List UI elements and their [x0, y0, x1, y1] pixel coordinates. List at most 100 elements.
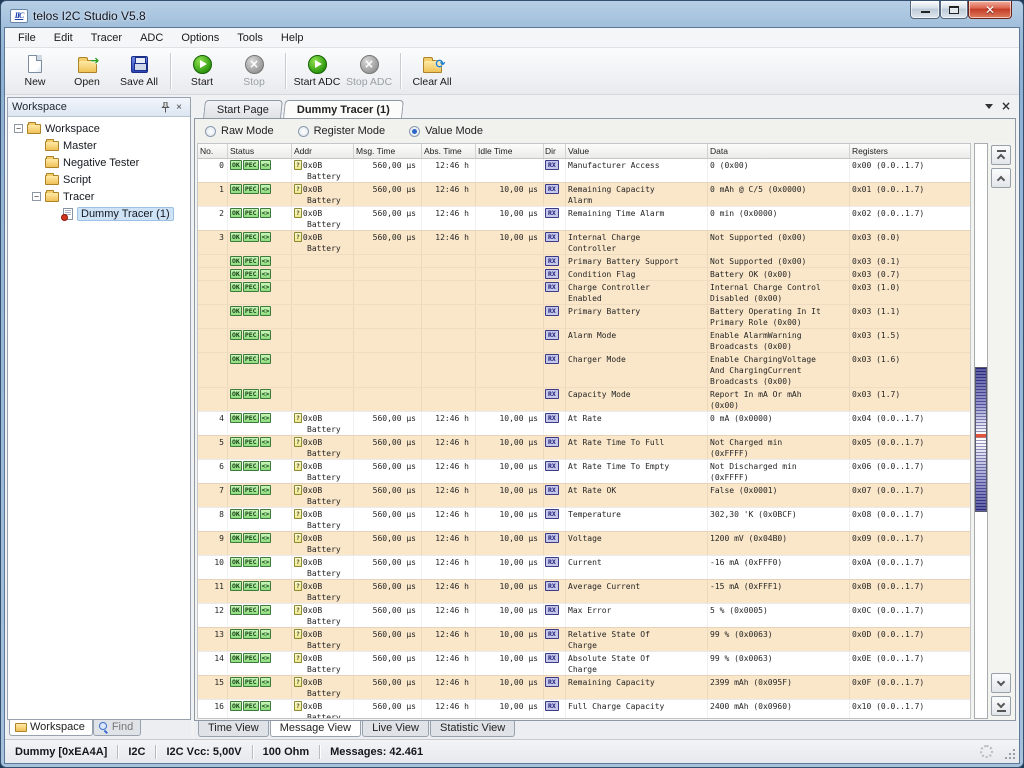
menu-item-adc[interactable]: ADC — [131, 30, 172, 46]
rx-badge: RX — [545, 232, 559, 242]
table-row[interactable]: 5OKPEC<>?0x0BBattery560,00 µs12:46 h10,0… — [198, 435, 970, 459]
row-value: Remaining Capacity Alarm — [566, 183, 708, 206]
table-row[interactable]: 13OKPEC<>?0x0BBattery560,00 µs12:46 h10,… — [198, 627, 970, 651]
rx-badge: RX — [545, 605, 559, 615]
row-data: Not Charged min (0xFFFF) — [708, 436, 850, 459]
row-status: OKPEC<> — [228, 628, 292, 651]
collapse-icon[interactable]: − — [14, 124, 23, 133]
collapse-icon[interactable]: − — [32, 192, 41, 201]
tab-close-icon[interactable]: × — [1001, 101, 1011, 111]
close-button[interactable]: ✕ — [968, 1, 1012, 19]
row-registers: 0x06 (0.0..1.7) — [850, 460, 970, 483]
tab-start-page[interactable]: Start Page — [203, 100, 283, 118]
table-subrow[interactable]: OKPEC<>RXPrimary BatteryBattery Operatin… — [198, 304, 970, 328]
row-msg-time: 560,00 µs — [354, 183, 422, 206]
table-row[interactable]: 9OKPEC<>?0x0BBattery560,00 µs12:46 h10,0… — [198, 531, 970, 555]
scroll-to-bottom-button[interactable] — [991, 696, 1011, 716]
view-tab-time-view[interactable]: Time View — [198, 721, 269, 737]
start-adc-button[interactable]: Start ADC — [291, 50, 343, 92]
scroll-down-button[interactable] — [991, 673, 1011, 693]
mode-radio-value-mode[interactable]: Value Mode — [409, 125, 483, 137]
view-tab-live-view[interactable]: Live View — [362, 721, 429, 737]
maximize-button[interactable] — [940, 1, 968, 19]
scroll-to-top-button[interactable] — [991, 145, 1011, 165]
tab-dummy-tracer-1[interactable]: Dummy Tracer (1) — [283, 100, 404, 118]
column-header-abs-time[interactable]: Abs. Time — [422, 144, 476, 158]
column-header-msg-time[interactable]: Msg. Time — [354, 144, 422, 158]
pin-icon[interactable] — [158, 100, 172, 114]
menu-item-tracer[interactable]: Tracer — [82, 30, 131, 46]
table-row[interactable]: 2OKPEC<>?0x0BBattery560,00 µs12:46 h10,0… — [198, 206, 970, 230]
tab-list-chevron-down-icon[interactable] — [985, 104, 993, 109]
table-row[interactable]: 7OKPEC<>?0x0BBattery560,00 µs12:46 h10,0… — [198, 483, 970, 507]
tree-item-dummy-tracer-1[interactable]: Dummy Tracer (1) — [10, 205, 188, 222]
column-header-value[interactable]: Value — [566, 144, 708, 158]
row-data: 0 (0x00) — [708, 159, 850, 182]
mode-radio-raw-mode[interactable]: Raw Mode — [205, 125, 274, 137]
start-button[interactable]: Start — [176, 50, 228, 92]
stop-icon — [245, 54, 264, 74]
vertical-scrollbar[interactable] — [974, 143, 988, 719]
table-header[interactable]: No.StatusAddrMsg. TimeAbs. TimeIdle Time… — [198, 144, 970, 159]
table-subrow[interactable]: OKPEC<>RXAlarm ModeEnable AlarmWarning B… — [198, 328, 970, 352]
view-tab-statistic-view[interactable]: Statistic View — [430, 721, 515, 737]
table-row[interactable]: 16OKPEC<>?0x0BBattery560,00 µs12:46 h10,… — [198, 699, 970, 718]
column-header-status[interactable]: Status — [228, 144, 292, 158]
tree-item-master[interactable]: Master — [10, 137, 188, 154]
menu-item-help[interactable]: Help — [272, 30, 313, 46]
title-bar[interactable]: IIC telos I2C Studio V5.8 ✕ — [4, 4, 1020, 27]
resize-grip[interactable] — [1005, 749, 1015, 759]
menu-item-file[interactable]: File — [9, 30, 45, 46]
table-row[interactable]: 6OKPEC<>?0x0BBattery560,00 µs12:46 h10,0… — [198, 459, 970, 483]
open-button[interactable]: ➜Open — [61, 50, 113, 92]
table-row[interactable]: 12OKPEC<>?0x0BBattery560,00 µs12:46 h10,… — [198, 603, 970, 627]
table-row[interactable]: 15OKPEC<>?0x0BBattery560,00 µs12:46 h10,… — [198, 675, 970, 699]
status-badge-pec: PEC — [243, 557, 259, 567]
status-badges: OKPEC<> — [230, 355, 272, 364]
save-all-button[interactable]: Save All — [113, 50, 165, 92]
table-row[interactable]: 11OKPEC<>?0x0BBattery560,00 µs12:46 h10,… — [198, 579, 970, 603]
column-header-no[interactable]: No. — [198, 144, 228, 158]
tree-item-tracer[interactable]: −Tracer — [10, 188, 188, 205]
tree-item-negative-tester[interactable]: Negative Tester — [10, 154, 188, 171]
dock-tab-workspace[interactable]: Workspace — [9, 720, 93, 736]
addr-line: ?0x0B — [294, 605, 351, 616]
scroll-up-button[interactable] — [991, 168, 1011, 188]
close-panel-icon[interactable]: × — [172, 100, 186, 114]
table-subrow[interactable]: OKPEC<>RXCharge Controller EnabledIntern… — [198, 280, 970, 304]
table-row[interactable]: 3OKPEC<>?0x0BBattery560,00 µs12:46 h10,0… — [198, 230, 970, 254]
table-subrow[interactable]: OKPEC<>RXCondition FlagBattery OK (0x00)… — [198, 267, 970, 280]
menu-item-options[interactable]: Options — [172, 30, 228, 46]
table-row[interactable]: 8OKPEC<>?0x0BBattery560,00 µs12:46 h10,0… — [198, 507, 970, 531]
scrollbar-thumb[interactable] — [975, 367, 987, 512]
dock-tab-find[interactable]: Find — [93, 720, 141, 736]
table-row[interactable]: 10OKPEC<>?0x0BBattery560,00 µs12:46 h10,… — [198, 555, 970, 579]
mode-radio-register-mode[interactable]: Register Mode — [298, 125, 386, 137]
toolbar-button-label: Start ADC — [294, 76, 341, 88]
table-subrow[interactable]: OKPEC<>RXPrimary Battery SupportNot Supp… — [198, 254, 970, 267]
column-header-addr[interactable]: Addr — [292, 144, 354, 158]
table-row[interactable]: 14OKPEC<>?0x0BBattery560,00 µs12:46 h10,… — [198, 651, 970, 675]
tree-item-script[interactable]: Script — [10, 171, 188, 188]
row-msg-time: 560,00 µs — [354, 484, 422, 507]
tree-item-workspace[interactable]: −Workspace — [10, 120, 188, 137]
table-subrow[interactable]: OKPEC<>RXCharger ModeEnable ChargingVolt… — [198, 352, 970, 387]
column-header-dir[interactable]: Dir — [544, 144, 566, 158]
column-header-idle-time[interactable]: Idle Time — [476, 144, 544, 158]
table-row[interactable]: 1OKPEC<>?0x0BBattery560,00 µs12:46 h10,0… — [198, 182, 970, 206]
menu-item-edit[interactable]: Edit — [45, 30, 82, 46]
minimize-button[interactable] — [910, 1, 940, 19]
addr-value: 0x0B — [303, 630, 322, 639]
row-idle-time: 10,00 µs — [476, 580, 544, 603]
menu-item-tools[interactable]: Tools — [228, 30, 272, 46]
new-button[interactable]: New — [9, 50, 61, 92]
table-row[interactable]: 4OKPEC<>?0x0BBattery560,00 µs12:46 h10,0… — [198, 411, 970, 435]
table-row[interactable]: 0OKPEC<>?0x0BBattery560,00 µs12:46 hRXMa… — [198, 159, 970, 182]
status-badge-: <> — [260, 413, 272, 423]
view-tab-message-view[interactable]: Message View — [270, 721, 361, 737]
table-subrow[interactable]: OKPEC<>RXCapacity ModeReport In mA Or mA… — [198, 387, 970, 411]
clear-all-button[interactable]: ⟳Clear All — [406, 50, 458, 92]
status-badge-: <> — [260, 533, 272, 543]
column-header-registers[interactable]: Registers — [850, 144, 970, 158]
column-header-data[interactable]: Data — [708, 144, 850, 158]
